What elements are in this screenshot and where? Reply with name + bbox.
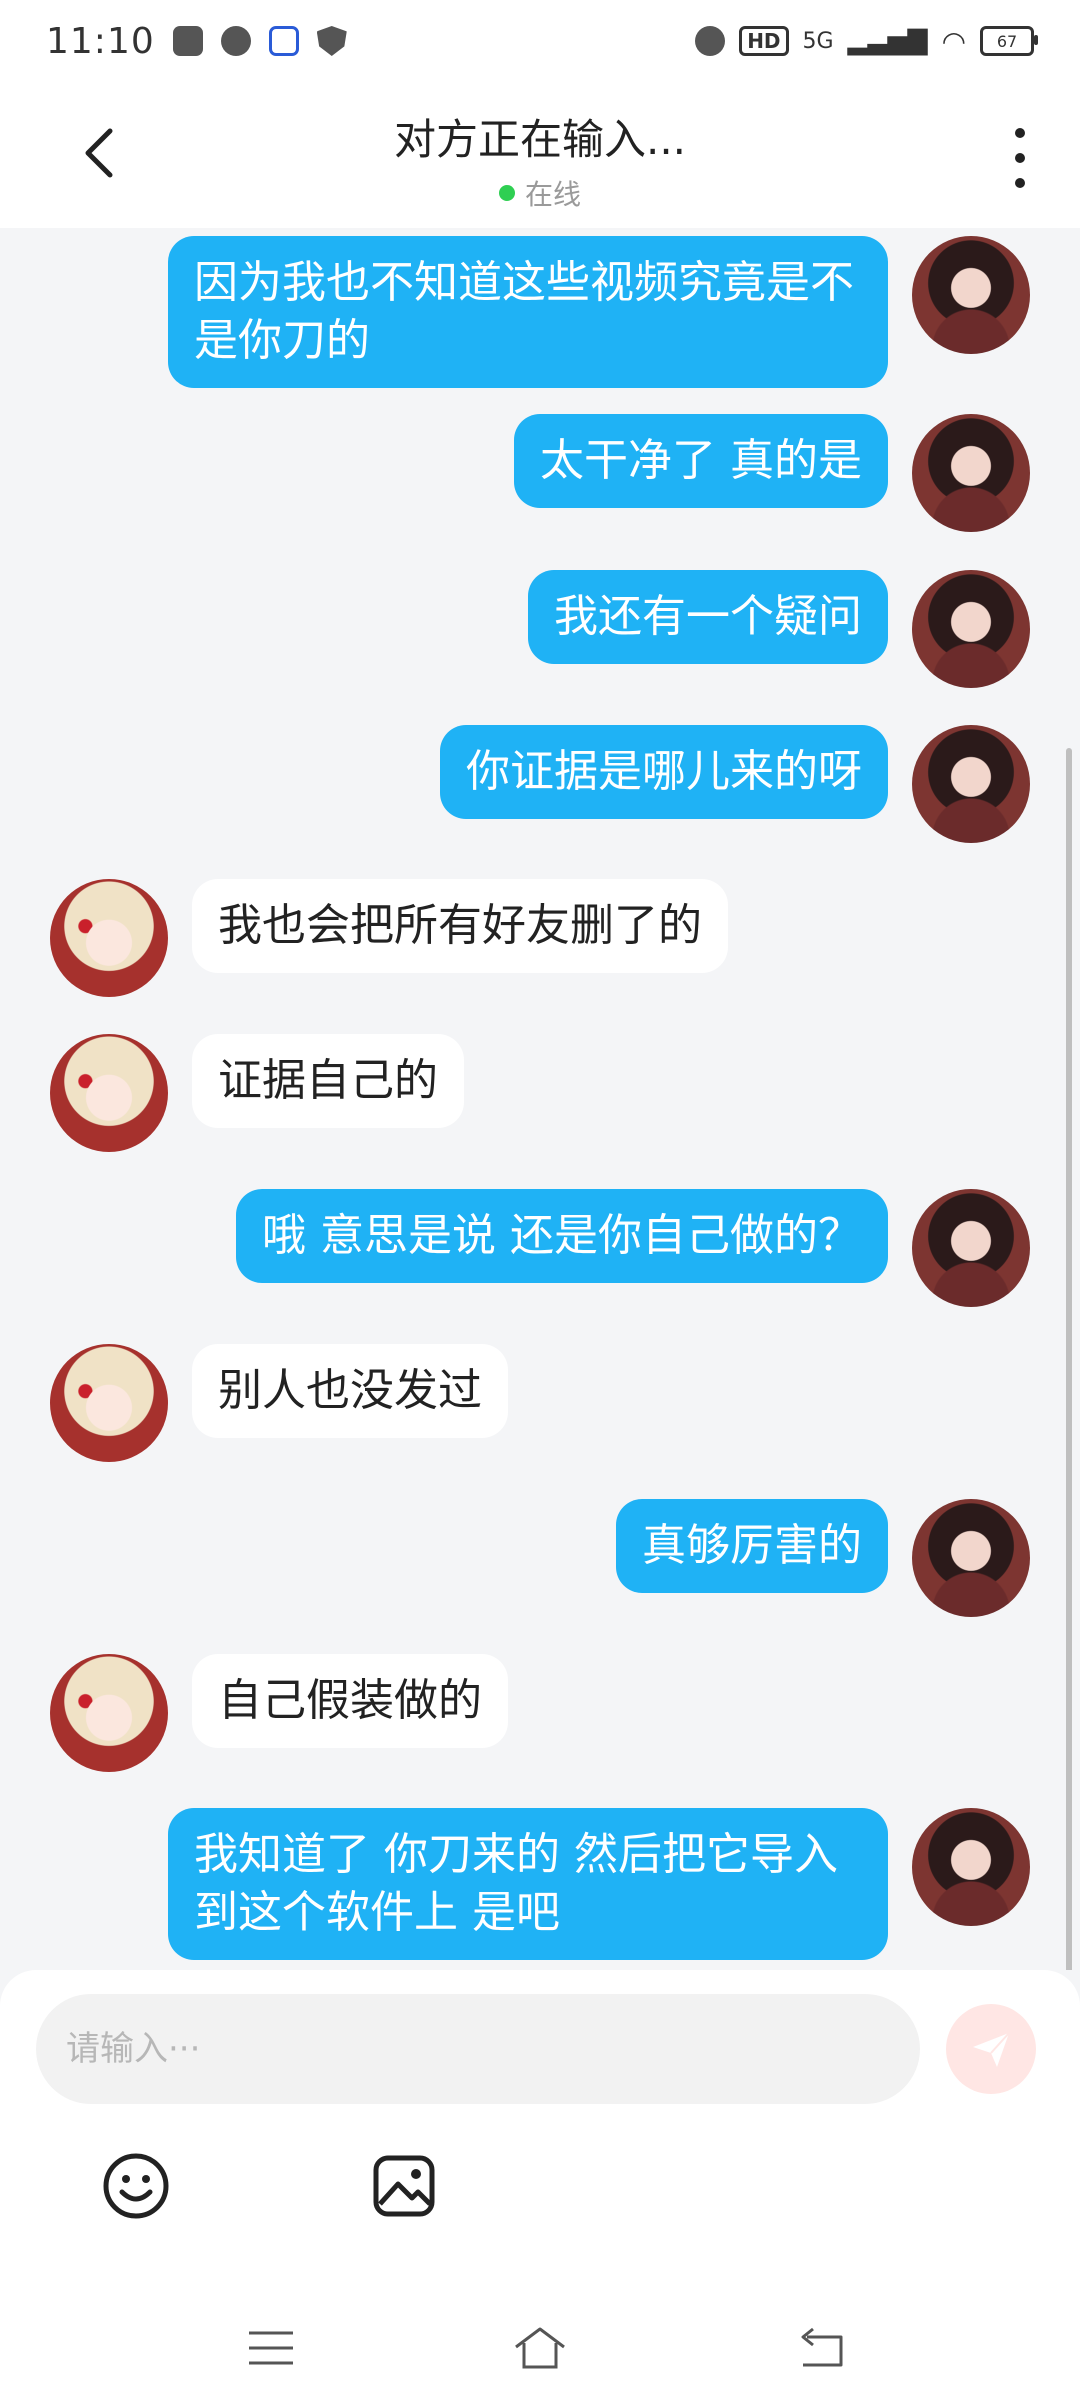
baidu-icon [268,26,299,56]
online-dot-icon [498,185,515,201]
message-bubble[interactable]: 你证据是哪儿来的呀 [440,725,888,819]
title-area: 对方正在输入... 在线 [0,106,1080,213]
hd-badge: HD [739,26,789,56]
status-bar: 11:10 HD 5G ▂▃▅▇ ◠ 67 [0,0,1080,82]
send-icon [973,2032,1010,2067]
message-bubble[interactable]: 太干净了 真的是 [514,414,888,508]
avatar[interactable] [50,1034,168,1152]
message-bubble[interactable]: 我也会把所有好友删了的 [192,879,728,973]
message-bubble[interactable]: 因为我也不知道这些视频究竟是不是你刀的 [168,236,888,388]
shield-icon [316,26,347,56]
emoji-icon [103,2153,169,2219]
status-time: 11:10 [46,20,155,62]
home-icon [515,2327,565,2369]
nav-back-button[interactable] [786,2318,856,2378]
online-status-label: 在线 [524,178,581,211]
message-bubble[interactable]: 证据自己的 [192,1034,464,1128]
image-button[interactable] [364,2146,444,2226]
wechat-icon [220,26,251,56]
video-app-icon [172,26,203,56]
avatar[interactable] [912,1499,1030,1617]
nav-menu-button[interactable] [236,2318,306,2378]
wifi-icon: ◠ [941,24,966,58]
chat-title: 对方正在输入... [393,115,687,164]
menu-icon [249,2331,293,2365]
online-status: 在线 [0,173,1080,213]
avatar[interactable] [912,1189,1030,1307]
more-options-button[interactable] [1000,128,1040,188]
message-input[interactable] [36,1994,920,2104]
emoji-button[interactable] [96,2146,176,2226]
message-bubble[interactable]: 哦 意思是说 还是你自己做的？ [236,1189,888,1283]
avatar[interactable] [912,236,1030,354]
battery-level: 67 [996,31,1018,51]
avatar[interactable] [912,1808,1030,1926]
status-left: 11:10 [46,21,347,62]
back-arrow-icon [801,2327,843,2367]
battery-icon: 67 [980,26,1038,56]
message-bubble[interactable]: 自己假装做的 [192,1654,508,1748]
alarm-icon [695,26,726,56]
image-icon [373,2155,435,2217]
scrollbar[interactable] [1066,748,1072,1970]
more-vertical-icon [1015,128,1025,138]
avatar[interactable] [50,1654,168,1772]
network-label: 5G [802,28,834,54]
avatar[interactable] [912,414,1030,532]
chat-header: 对方正在输入... 在线 [0,82,1080,228]
avatar[interactable] [50,879,168,997]
status-right: HD 5G ▂▃▅▇ ◠ 67 [695,24,1038,58]
signal-icon: ▂▃▅▇ [847,26,928,56]
avatar[interactable] [50,1344,168,1462]
avatar[interactable] [912,570,1030,688]
message-bubble[interactable]: 别人也没发过 [192,1344,508,1438]
message-bubble[interactable]: 我还有一个疑问 [528,570,888,664]
system-nav-bar [0,2290,1080,2408]
message-bubble[interactable]: 真够厉害的 [616,1499,888,1593]
avatar[interactable] [912,725,1030,843]
message-bubble[interactable]: 我知道了 你刀来的 然后把它导入到这个软件上 是吧 [168,1808,888,1960]
message-list[interactable]: 因为我也不知道这些视频究竟是不是你刀的 太干净了 真的是 我还有一个疑问 你证据… [0,228,1080,1970]
send-button[interactable] [946,2004,1036,2094]
nav-home-button[interactable] [505,2318,575,2378]
